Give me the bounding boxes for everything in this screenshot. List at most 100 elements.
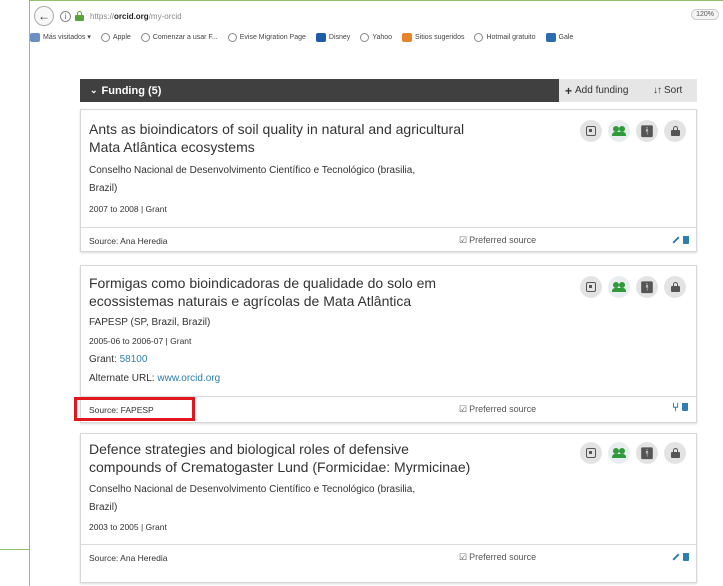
visibility-everyone-button[interactable] — [608, 276, 630, 298]
edit-icon[interactable] — [672, 236, 680, 244]
funding-toggle[interactable]: ⌄ Funding (5) — [80, 79, 559, 102]
funding-title-text: Ants as bioindicators of soil quality in… — [89, 121, 465, 155]
lock-icon — [670, 448, 680, 458]
people-icon — [612, 126, 626, 136]
info-icon[interactable]: i — [60, 10, 71, 22]
globe-icon — [474, 32, 484, 42]
bookmarks-bar: Más visitados ▾ Apple Comenzar a usar F.… — [30, 28, 723, 46]
delete-icon[interactable] — [682, 403, 689, 411]
square-icon — [586, 448, 596, 458]
person-icon: 🚹︎ — [640, 447, 654, 460]
funding-organization: Conselho Nacional de Desenvolvimento Cie… — [89, 165, 416, 176]
sort-button[interactable]: ↓↑ Sort — [653, 79, 682, 102]
plus-icon: + — [565, 83, 573, 98]
version-branch-icon[interactable]: ⑂ — [672, 400, 679, 414]
bookmark-suggested-sites[interactable]: Sitios sugeridos — [402, 32, 464, 42]
visibility-everyone-button[interactable] — [608, 442, 630, 464]
check-icon: ☑ — [459, 235, 468, 245]
visibility-private-button[interactable] — [580, 442, 602, 464]
lock-icon — [670, 126, 680, 136]
person-icon: 🚹︎ — [640, 125, 654, 138]
card-divider — [81, 227, 696, 228]
funding-card: Ants as bioindicators of soil quality in… — [80, 109, 697, 252]
visibility-private-button[interactable] — [580, 276, 602, 298]
visibility-controls: 🚹︎ — [580, 120, 686, 142]
person-icon: 🚹︎ — [640, 281, 654, 294]
visibility-trusted-button[interactable]: 🚹︎ — [636, 276, 658, 298]
back-arrow-icon: ← — [38, 9, 50, 23]
url-text[interactable]: https://orcid.org/my-orcid — [90, 12, 182, 21]
funding-organization-cont: Brazil) — [89, 502, 118, 513]
window-border-left — [29, 0, 30, 586]
window-border-top — [29, 0, 723, 1]
visibility-private-button[interactable] — [580, 120, 602, 142]
bookmark-evise[interactable]: Evise Migration Page — [227, 32, 306, 42]
bookmark-hotmail[interactable]: Hotmail gratuito — [474, 32, 536, 42]
card-actions: ⑂ — [672, 400, 689, 414]
address-bar[interactable]: ← i https://orcid.org/my-orcid 120% — [30, 5, 723, 27]
check-icon: ☑ — [459, 552, 468, 562]
bookmark-most-visited[interactable]: Más visitados ▾ — [30, 32, 91, 42]
grant-link[interactable]: 58100 — [120, 354, 148, 365]
visibility-controls: 🚹︎ — [580, 276, 686, 298]
window-border-stub — [0, 549, 30, 550]
lock-icon — [670, 282, 680, 292]
card-divider — [81, 544, 696, 545]
bookmark-yahoo[interactable]: Yahoo — [360, 32, 392, 42]
people-icon — [612, 448, 626, 458]
funding-source: Source: Ana Heredia — [89, 553, 168, 563]
funding-organization-cont: Brazil) — [89, 183, 118, 194]
folder-icon — [30, 32, 40, 42]
people-icon — [612, 282, 626, 292]
funding-date: 2005-06 to 2006-07 | Grant — [89, 336, 192, 346]
square-icon — [586, 126, 596, 136]
funding-card: Defence strategies and biological roles … — [80, 433, 697, 583]
grant-number: Grant: 58100 — [89, 354, 148, 365]
gallery-icon — [545, 32, 556, 42]
funding-header: ⌄ Funding (5) + Add funding ↓↑ Sort — [80, 79, 697, 102]
delete-icon[interactable] — [683, 553, 689, 561]
visibility-only-me-button[interactable] — [664, 120, 686, 142]
back-button[interactable]: ← — [34, 6, 54, 26]
funding-organization: FAPESP (SP, Brazil, Brazil) — [89, 317, 211, 328]
preferred-source[interactable]: ☑ Preferred source — [459, 552, 536, 563]
visibility-everyone-button[interactable] — [608, 120, 630, 142]
visibility-controls: 🚹︎ — [580, 442, 686, 464]
disney-icon — [315, 32, 326, 42]
visibility-trusted-button[interactable]: 🚹︎ — [636, 120, 658, 142]
check-icon: ☑ — [459, 404, 468, 414]
visibility-only-me-button[interactable] — [664, 442, 686, 464]
source-highlight-box — [74, 397, 195, 421]
globe-icon — [100, 32, 110, 42]
secure-lock-icon — [75, 11, 84, 21]
chevron-down-icon: ⌄ — [90, 85, 98, 95]
add-funding-button[interactable]: + Add funding — [565, 79, 628, 102]
funding-title-text: Defence strategies and biological roles … — [89, 441, 471, 475]
bookmark-disney[interactable]: Disney — [315, 32, 350, 42]
sort-icon: ↓↑ — [653, 85, 662, 96]
funding-title-text: Formigas como bioindicadoras de qualidad… — [89, 275, 437, 309]
bookmark-apple[interactable]: Apple — [100, 32, 131, 42]
globe-icon — [227, 32, 237, 42]
funding-date: 2007 to 2008 | Grant — [89, 204, 167, 214]
preferred-source[interactable]: ☑ Preferred source — [459, 235, 536, 246]
card-actions — [672, 553, 689, 561]
sites-icon — [402, 32, 413, 42]
funding-title: Funding (5) — [101, 84, 162, 97]
alternate-url: Alternate URL: www.orcid.org — [89, 373, 221, 384]
globe-icon — [140, 32, 150, 42]
visibility-only-me-button[interactable] — [664, 276, 686, 298]
globe-icon — [360, 32, 370, 42]
delete-icon[interactable] — [683, 236, 689, 244]
square-icon — [586, 282, 596, 292]
zoom-indicator[interactable]: 120% — [691, 9, 719, 20]
preferred-source[interactable]: ☑ Preferred source — [459, 404, 536, 415]
alternate-url-link[interactable]: www.orcid.org — [157, 373, 220, 384]
funding-organization: Conselho Nacional de Desenvolvimento Cie… — [89, 484, 416, 495]
edit-icon[interactable] — [672, 553, 680, 561]
card-actions — [672, 236, 689, 244]
bookmark-gallery[interactable]: Gale — [545, 32, 573, 42]
bookmark-getting-started[interactable]: Comenzar a usar F... — [140, 32, 218, 42]
visibility-trusted-button[interactable]: 🚹︎ — [636, 442, 658, 464]
funding-date: 2003 to 2005 | Grant — [89, 522, 167, 532]
